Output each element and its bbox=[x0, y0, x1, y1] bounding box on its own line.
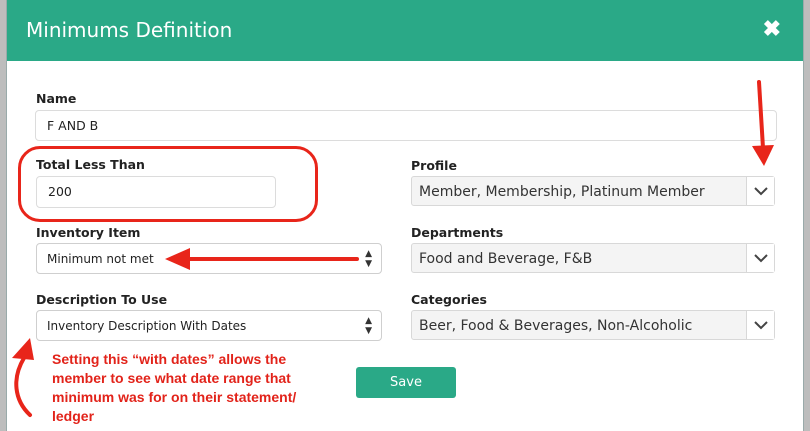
arrow-curved-up-icon bbox=[12, 338, 34, 417]
annotation-arrows bbox=[12, 80, 774, 417]
arrow-down-icon bbox=[752, 80, 774, 166]
arrow-left-icon bbox=[165, 248, 359, 270]
